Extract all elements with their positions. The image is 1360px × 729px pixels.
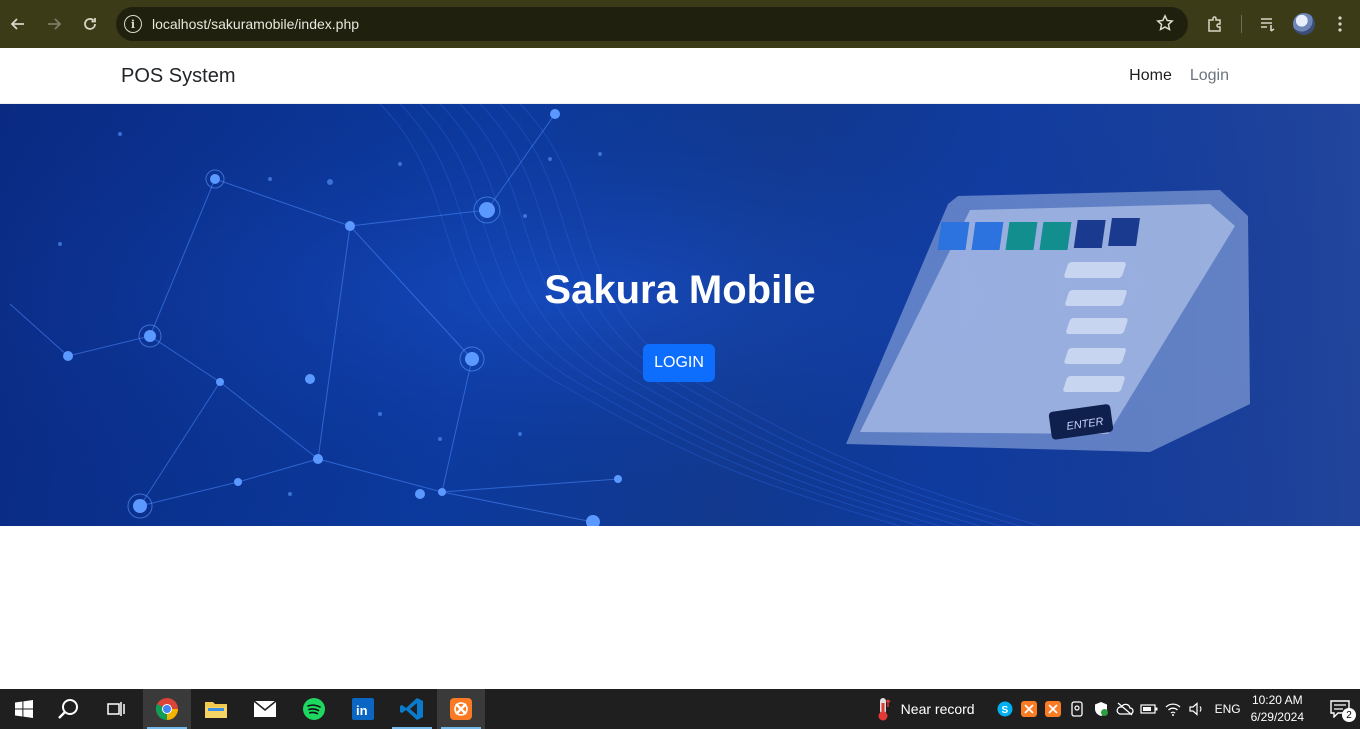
notification-badge: 2 (1342, 708, 1356, 722)
mail-icon (253, 700, 277, 717)
hero-background-image: ENTER (0, 104, 1360, 526)
tray-xampp-icon-2[interactable] (1041, 689, 1065, 729)
weather-text: Near record (900, 701, 975, 717)
nav-link-login[interactable]: Login (1190, 67, 1229, 85)
taskbar-xampp[interactable] (437, 689, 485, 729)
site-info-icon[interactable]: i (124, 15, 142, 33)
reload-icon (84, 18, 96, 30)
back-button[interactable] (0, 6, 36, 42)
tray-camera-icon[interactable] (1065, 689, 1089, 729)
nav-link-home[interactable]: Home (1129, 67, 1172, 85)
hero-login-button[interactable]: LOGIN (643, 344, 715, 382)
profile-avatar[interactable] (1286, 6, 1322, 42)
reload-button[interactable] (72, 6, 108, 42)
taskbar-mail[interactable] (241, 689, 289, 729)
url-text[interactable]: localhost/sakuramobile/index.php (152, 16, 359, 32)
tray-cloud-offline-icon[interactable] (1113, 689, 1137, 729)
taskbar-file-explorer[interactable] (192, 689, 240, 729)
taskbar-chrome[interactable] (143, 689, 191, 729)
tray-security-shield-icon[interactable] (1089, 689, 1113, 729)
folder-icon (205, 702, 227, 718)
linkedin-icon: in (352, 698, 374, 720)
kebab-menu-icon[interactable] (1322, 6, 1358, 42)
toolbar-divider (1241, 15, 1242, 33)
address-bar[interactable]: i localhost/sakuramobile/index.php (116, 7, 1188, 41)
vscode-icon (400, 698, 423, 720)
tray-wifi-icon[interactable] (1161, 689, 1185, 729)
chrome-icon (155, 698, 178, 720)
tray-battery-icon[interactable] (1137, 689, 1161, 729)
site-navbar: POS System Home Login (0, 48, 1360, 104)
system-clock[interactable]: 10:20 AM 6/29/2024 (1251, 692, 1304, 726)
taskbar-spotify[interactable] (290, 689, 338, 729)
bookmark-star-icon[interactable] (1156, 14, 1174, 37)
start-button[interactable] (0, 689, 48, 729)
tray-skype-icon[interactable]: S (993, 689, 1017, 729)
windows-taskbar: in Near record S ENG 10:20 AM 6/29/2024 … (0, 689, 1360, 729)
task-view-button[interactable] (92, 689, 140, 729)
search-button[interactable] (44, 689, 92, 729)
media-queue-icon[interactable] (1250, 6, 1286, 42)
taskbar-linkedin[interactable]: in (339, 689, 387, 729)
clock-date: 6/29/2024 (1250, 710, 1304, 724)
arrow-right-icon (48, 18, 62, 30)
svg-text:in: in (356, 703, 368, 718)
search-icon (58, 699, 78, 719)
browser-toolbar: i localhost/sakuramobile/index.php (0, 0, 1360, 48)
tray-volume-icon[interactable] (1185, 689, 1209, 729)
hero-title: Sakura Mobile (544, 268, 816, 312)
language-indicator[interactable]: ENG (1215, 702, 1241, 716)
action-center-button[interactable]: 2 (1320, 689, 1360, 729)
taskbar-vscode[interactable] (388, 689, 436, 729)
task-view-icon (107, 702, 125, 716)
extensions-icon[interactable] (1197, 6, 1233, 42)
clock-time: 10:20 AM (1251, 693, 1303, 707)
forward-button[interactable] (36, 6, 72, 42)
nav-links: Home Login (1129, 67, 1229, 85)
system-tray: Near record S ENG 10:20 AM 6/29/2024 2 (875, 689, 1360, 729)
thermometer-icon (878, 698, 891, 721)
spotify-icon (303, 698, 325, 720)
weather-widget[interactable]: Near record (875, 697, 975, 721)
windows-logo-icon (15, 700, 33, 718)
navbar-brand[interactable]: POS System (121, 65, 235, 88)
arrow-left-icon (10, 18, 24, 30)
browser-actions (1197, 0, 1360, 48)
xampp-icon (450, 698, 472, 720)
svg-text:S: S (1001, 705, 1008, 716)
hero-banner: ENTER Sakura Mobile LOGIN (0, 104, 1360, 526)
tray-xampp-icon[interactable] (1017, 689, 1041, 729)
